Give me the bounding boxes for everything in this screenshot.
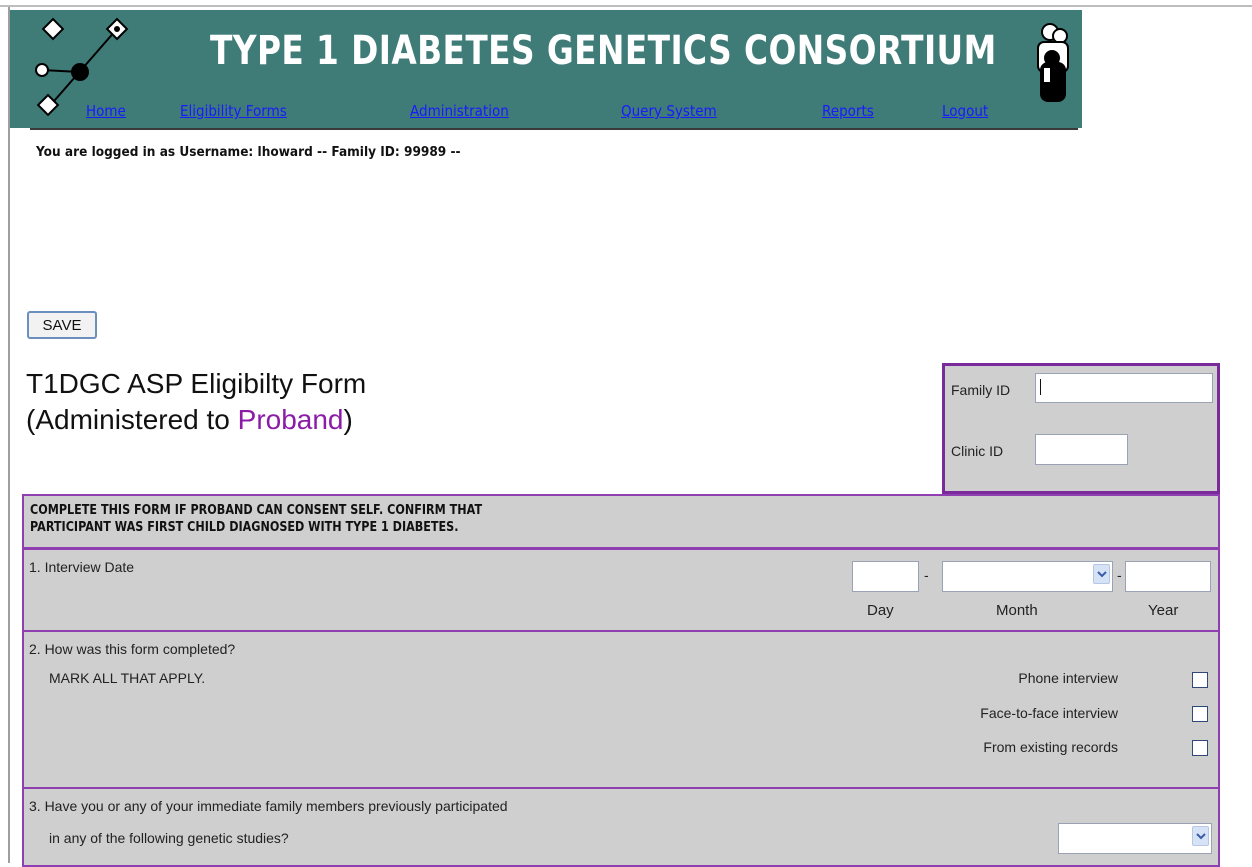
- id-panel: Family ID Clinic ID: [942, 363, 1220, 494]
- nav-logout[interactable]: Logout: [942, 102, 988, 120]
- option-label: Face-to-face interview: [980, 705, 1118, 721]
- nav-administration[interactable]: Administration: [410, 102, 509, 120]
- form-title-prefix: (Administered to: [26, 404, 238, 435]
- chevron-down-icon[interactable]: [1093, 564, 1110, 584]
- day-label: Day: [867, 602, 894, 619]
- nav-reports[interactable]: Reports: [822, 102, 874, 120]
- interview-month-select[interactable]: [942, 561, 1113, 592]
- header-banner: TYPE 1 DIABETES GENETICS CONSORTIUM Home…: [10, 10, 1082, 128]
- option-label: Phone interview: [1018, 670, 1118, 686]
- form-title: T1DGC ASP Eligibilty Form (Administered …: [26, 366, 366, 438]
- nav-eligibility-forms[interactable]: Eligibility Forms: [180, 102, 287, 120]
- login-suffix: --: [450, 144, 461, 160]
- nav-home[interactable]: Home: [86, 102, 126, 120]
- notice-section: COMPLETE THIS FORM IF PROBAND CAN CONSEN…: [22, 494, 1220, 549]
- interview-year-input[interactable]: [1125, 561, 1211, 592]
- family-id-input[interactable]: [1035, 373, 1213, 403]
- notice-line2: PARTICIPANT WAS FIRST CHILD DIAGNOSED WI…: [30, 520, 459, 535]
- clinic-id-input[interactable]: [1035, 434, 1128, 465]
- q3-label-line2: in any of the following genetic studies?: [49, 830, 289, 846]
- interview-day-input[interactable]: [852, 561, 919, 592]
- clinic-id-label: Clinic ID: [951, 443, 1004, 459]
- pedigree-logo-icon: [35, 17, 129, 116]
- q2-section: 2. How was this form completed? MARK ALL…: [22, 630, 1220, 789]
- header-divider: [30, 128, 1078, 130]
- login-status: You are logged in as Username: lhoward -…: [36, 144, 461, 160]
- date-separator: -: [1117, 567, 1122, 583]
- previous-studies-select[interactable]: [1058, 823, 1212, 854]
- text-cursor: [1040, 379, 1041, 395]
- login-family-id: 99989: [403, 144, 447, 160]
- family-group-icon: [1037, 23, 1069, 102]
- family-id-label: Family ID: [951, 382, 1011, 398]
- save-button[interactable]: SAVE: [27, 311, 97, 339]
- login-family-label: -- Family ID:: [317, 144, 400, 160]
- q2-label: 2. How was this form completed?: [29, 641, 236, 657]
- nav-query-system[interactable]: Query System: [621, 102, 717, 120]
- year-label: Year: [1148, 602, 1179, 619]
- window-top-border: [0, 5, 1252, 7]
- q2-instruction: MARK ALL THAT APPLY.: [49, 670, 206, 686]
- main-nav: Home Eligibility Forms Administration Qu…: [10, 102, 1082, 124]
- option-label: From existing records: [983, 739, 1118, 755]
- form-title-accent: Proband: [237, 404, 344, 435]
- form-title-line1: T1DGC ASP Eligibilty Form: [26, 368, 367, 399]
- site-title: TYPE 1 DIABETES GENETICS CONSORTIUM: [210, 28, 997, 74]
- q3-section: 3. Have you or any of your immediate fam…: [22, 787, 1220, 867]
- q1-section: 1. Interview Date - - Day Month Year: [22, 548, 1220, 632]
- face-to-face-checkbox[interactable]: [1192, 706, 1208, 722]
- phone-interview-checkbox[interactable]: [1192, 672, 1208, 688]
- chevron-down-icon[interactable]: [1192, 826, 1209, 846]
- form-title-line2: (Administered to Proband): [26, 402, 366, 438]
- month-label: Month: [996, 602, 1038, 619]
- date-separator: -: [924, 567, 929, 583]
- notice-text: COMPLETE THIS FORM IF PROBAND CAN CONSEN…: [30, 502, 482, 536]
- form-title-suffix: ): [343, 404, 353, 435]
- q3-label-line1: 3. Have you or any of your immediate fam…: [29, 798, 508, 814]
- login-prefix: You are logged in as Username:: [36, 144, 254, 160]
- window-left-border: [8, 7, 10, 863]
- login-username: lhoward: [257, 144, 313, 160]
- q1-label: 1. Interview Date: [29, 559, 135, 575]
- notice-line1: COMPLETE THIS FORM IF PROBAND CAN CONSEN…: [30, 503, 483, 518]
- existing-records-checkbox[interactable]: [1192, 740, 1208, 756]
